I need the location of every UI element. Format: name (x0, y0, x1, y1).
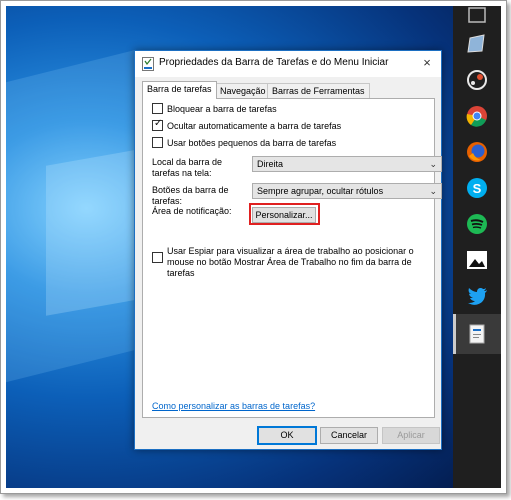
location-select[interactable]: Direita ⌄ (252, 156, 442, 172)
photos-icon[interactable] (461, 244, 493, 276)
dialog-titlebar[interactable]: Propriedades da Barra de Tarefas e do Me… (135, 51, 441, 77)
cancel-button[interactable]: Cancelar (320, 427, 378, 444)
peek-label: Usar Espiar para visualizar a área de tr… (167, 246, 414, 278)
location-select-value: Direita (257, 159, 284, 169)
ok-button[interactable]: OK (257, 426, 317, 445)
skype-icon[interactable]: S (461, 172, 493, 204)
taskbar-properties-icon[interactable] (461, 318, 493, 350)
help-link[interactable]: Como personalizar as barras de tarefas? (152, 401, 315, 411)
location-label: Local da barra de tarefas na tela: (152, 157, 223, 178)
svg-text:S: S (473, 181, 482, 196)
chevron-down-icon: ⌄ (429, 186, 437, 196)
taskbar-properties-icon (142, 57, 154, 76)
tab-barras-de-ferramentas[interactable]: Barras de Ferramentas (267, 83, 370, 98)
highlight-box (249, 203, 320, 225)
notification-area-label: Área de notificação: (152, 206, 232, 216)
autohide-taskbar-checkbox[interactable]: ✓ (152, 118, 163, 132)
apply-button[interactable]: Aplicar (382, 427, 440, 444)
autohide-taskbar-option[interactable]: ✓ Ocultar automaticamente a barra de tare… (152, 118, 342, 132)
autohide-taskbar-label: Ocultar automaticamente a barra de taref… (167, 121, 342, 131)
lock-taskbar-label: Bloquear a barra de tarefas (167, 104, 277, 114)
peek-option[interactable]: Usar Espiar para visualizar a área de tr… (152, 246, 432, 279)
buttons-combine-select[interactable]: Sempre agrupar, ocultar rótulos ⌄ (252, 183, 442, 199)
close-icon[interactable]: × (419, 55, 435, 71)
tab-barra-de-tarefas[interactable]: Barra de tarefas (142, 81, 217, 99)
small-buttons-label: Usar botões pequenos da barra de tarefas (167, 138, 337, 148)
spotify-icon[interactable] (461, 208, 493, 240)
lock-taskbar-checkbox[interactable] (152, 103, 163, 115)
taskbar-properties-dialog: Propriedades da Barra de Tarefas e do Me… (134, 50, 442, 450)
small-buttons-option[interactable]: Usar botões pequenos da barra de tarefas (152, 137, 337, 149)
checkmark-icon: ✓ (154, 118, 163, 130)
taskbar: S (453, 6, 501, 488)
buttons-combine-label: Botões da barra de tarefas: (152, 185, 229, 206)
dialog-title: Propriedades da Barra de Tarefas e do Me… (159, 57, 389, 68)
steam-icon[interactable] (461, 64, 493, 96)
lock-taskbar-option[interactable]: Bloquear a barra de tarefas (152, 103, 277, 115)
taskbar-active-indicator (453, 314, 456, 354)
firefox-icon[interactable] (461, 136, 493, 168)
small-buttons-checkbox[interactable] (152, 137, 163, 149)
tab-panel: Bloquear a barra de tarefas ✓ Ocultar aut… (142, 98, 442, 418)
twitter-icon[interactable] (461, 280, 493, 312)
peek-checkbox[interactable] (152, 252, 163, 263)
chrome-icon[interactable] (461, 100, 493, 132)
app-icon[interactable] (461, 28, 493, 60)
chevron-down-icon: ⌄ (429, 159, 437, 169)
buttons-combine-select-value: Sempre agrupar, ocultar rótulos (257, 186, 384, 196)
tab-navegacao[interactable]: Navegação (215, 83, 271, 98)
